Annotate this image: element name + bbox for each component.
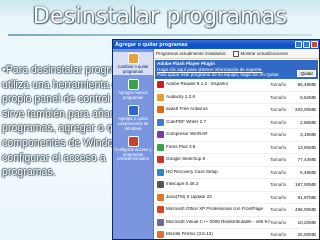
- program-size: 25,00MB: [297, 232, 316, 238]
- size-label: Tamaño: [270, 182, 287, 188]
- program-row[interactable]: Google Sketchup 8 Tamaño 77,44MB: [155, 154, 318, 167]
- selected-program-row[interactable]: Adobe Flash Player Plugin Haga clic aquí…: [155, 60, 318, 79]
- program-icon: [157, 206, 164, 214]
- sidebar-item-1[interactable]: Agregar nuevos programas: [113, 78, 153, 101]
- program-row[interactable]: CutePDF Writer 2.7 Tamaño 2,86MB: [155, 117, 318, 129]
- program-size: 2,86MB: [300, 119, 316, 125]
- program-size: 6,49MB: [300, 169, 316, 175]
- change-remove-icon: [127, 53, 139, 64]
- program-row[interactable]: Adobe Reader 8.1.2 - Español Tamaño 86,48M…: [155, 79, 318, 92]
- program-row[interactable]: Inkscape 0.48.2 Tamaño 167,00MB: [155, 179, 318, 192]
- program-name: CutePDF Writer 2.7: [166, 119, 206, 124]
- program-size: 77,44MB: [297, 157, 316, 163]
- sidebar-item-label: Cambiar o quitar programas: [117, 64, 149, 74]
- program-icon: [157, 218, 164, 226]
- size-label: Tamaño: [270, 219, 287, 225]
- program-size: 8,62MB: [300, 94, 316, 100]
- program-name: avast! Free Antivirus: [166, 107, 208, 112]
- sidebar-item-label: Agregar nuevos programas: [118, 90, 148, 100]
- remove-button[interactable]: Quitar: [297, 70, 316, 77]
- program-name: Fotos Plus 3.6: [166, 144, 196, 149]
- program-row[interactable]: Microsoft Office XP Professional con Fro…: [155, 204, 318, 217]
- program-name: Java(TM) 6 Update 23: [166, 194, 212, 199]
- program-name: Microsoft Office XP Professional con Fro…: [166, 207, 264, 212]
- program-icon: [157, 81, 164, 89]
- program-name: Microsoft Visual C++ 2008 Redistributabl…: [166, 219, 270, 224]
- title-divider: [8, 34, 312, 36]
- programs-list: Adobe Reader 8.1.2 - Español Tamaño 86,48M…: [155, 79, 318, 239]
- selected-program-name: Adobe Flash Player Plugin: [157, 61, 215, 66]
- size-label: Tamaño: [270, 132, 287, 138]
- window-title: Agregar o quitar programas: [115, 41, 188, 48]
- add-program-icon: [127, 79, 139, 91]
- size-label: Tamaño: [270, 194, 287, 200]
- program-icon: [157, 131, 164, 139]
- program-icon: [157, 193, 164, 201]
- sidebar-item-label: Configurar acceso y programas predetermi…: [114, 147, 152, 162]
- sidebar-item-label: Agregar o quitar componentes de Windows: [117, 116, 149, 131]
- program-name: Mozilla Firefox (3.6.13): [166, 232, 213, 237]
- program-name: Compresor WinRAR: [166, 132, 208, 137]
- sidebar: Cambiar o quitar programas Agregar nuevos…: [113, 49, 154, 239]
- size-label: Tamaño: [270, 207, 287, 213]
- size-label: Tamaño: [270, 107, 287, 113]
- program-name: HD Recovery Card Setup: [166, 169, 218, 174]
- program-icon: [157, 118, 164, 126]
- close-button[interactable]: [311, 41, 318, 48]
- window-titlebar: Agregar o quitar programas: [113, 40, 319, 49]
- program-size: 203,00MB: [295, 107, 316, 113]
- program-row[interactable]: HD Recovery Card Setup Tamaño 6,49MB: [155, 167, 318, 179]
- size-label: Tamaño: [270, 144, 287, 150]
- program-icon: [157, 106, 164, 114]
- size-label: Tamaño: [270, 232, 287, 238]
- program-name: Adobe Reader 8.1.2 - Español: [166, 82, 228, 87]
- toolbar: Programas actualmente instalados: Mostra…: [154, 49, 319, 59]
- program-name: Inkscape 0.48.2: [166, 182, 199, 187]
- program-row[interactable]: Fotos Plus 3.6 Tamaño 13,90MB: [155, 142, 318, 154]
- program-row[interactable]: avast! Free Antivirus Tamaño 203,00MB: [155, 104, 318, 117]
- program-row[interactable]: Compresor WinRAR Tamaño 3,18MB: [155, 129, 318, 142]
- program-size: 3,18MB: [300, 132, 316, 138]
- program-icon: [157, 181, 164, 189]
- sidebar-item-2[interactable]: Agregar o quitar componentes de Windows: [113, 104, 153, 132]
- size-label: Tamaño: [270, 157, 287, 163]
- program-name: Audacity 1.2.6: [166, 94, 196, 99]
- sidebar-item-0[interactable]: Cambiar o quitar programas: [113, 52, 153, 76]
- remove-hint: Para quitar este programa de su equipo, …: [157, 72, 280, 77]
- program-icon: [157, 156, 164, 164]
- sidebar-item-3[interactable]: Configurar acceso y programas predetermi…: [113, 135, 153, 163]
- program-access-icon: [127, 136, 139, 148]
- program-size: 496,00MB: [295, 207, 316, 213]
- show-updates-checkbox[interactable]: [232, 50, 239, 57]
- programs-panel: Programas actualmente instalados: Mostra…: [154, 49, 319, 239]
- show-updates-label: Mostrar actualizaciones: [240, 51, 288, 56]
- program-icon: [157, 231, 164, 239]
- program-row[interactable]: Java(TM) 6 Update 23 Tamaño 91,97MB: [155, 192, 318, 204]
- program-size: 86,48MB: [297, 82, 316, 88]
- program-size: 10,20MB: [297, 219, 316, 225]
- program-row[interactable]: Audacity 1.2.6 Tamaño 8,62MB: [155, 92, 318, 104]
- program-row[interactable]: Mozilla Firefox (3.6.13) Tamaño 25,00MB: [155, 229, 318, 239]
- program-row[interactable]: Microsoft Visual C++ 2008 Redistributabl…: [155, 217, 318, 229]
- minimize-button[interactable]: [295, 41, 302, 48]
- installed-label: Programas actualmente instalados:: [156, 51, 227, 56]
- size-label: Tamaño: [270, 94, 287, 100]
- program-name: Google Sketchup 8: [166, 157, 206, 162]
- program-size: 13,90MB: [297, 144, 316, 150]
- maximize-button[interactable]: [303, 41, 310, 48]
- program-size: 91,97MB: [297, 194, 316, 200]
- slide-title: Desinstalar programas: [32, 4, 288, 29]
- size-label: Tamaño: [270, 169, 287, 175]
- program-icon: [157, 168, 164, 176]
- windows-components-icon: [127, 105, 139, 117]
- size-label: Tamaño: [270, 82, 287, 88]
- size-label: Tamaño: [270, 119, 287, 125]
- add-remove-programs-window: Agregar o quitar programas Cambiar o qui…: [112, 39, 320, 240]
- program-icon: [157, 143, 164, 151]
- program-icon: [157, 93, 164, 101]
- program-size: 167,00MB: [295, 182, 316, 188]
